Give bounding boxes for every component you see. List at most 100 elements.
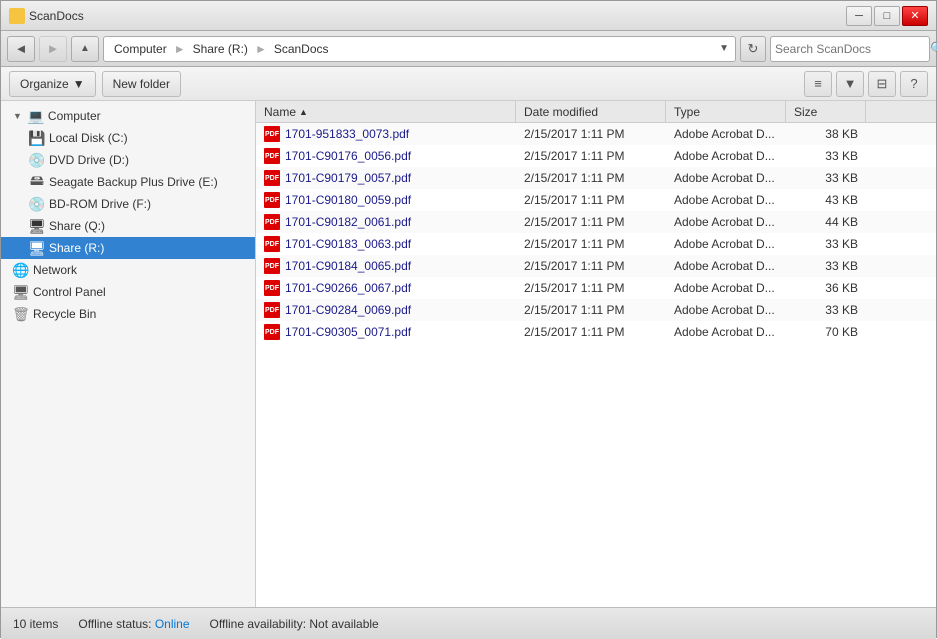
file-cell-name: PDF 1701-C90182_0061.pdf — [256, 211, 516, 233]
window-title: ScanDocs — [29, 9, 84, 23]
file-cell-size: 33 KB — [786, 299, 866, 321]
file-cell-date: 2/15/2017 1:11 PM — [516, 189, 666, 211]
title-bar-buttons: ─ □ ✕ — [846, 6, 928, 26]
file-cell-name: PDF 1701-C90176_0056.pdf — [256, 145, 516, 167]
file-row[interactable]: PDF 1701-C90180_0059.pdf 2/15/2017 1:11 … — [256, 189, 936, 211]
file-cell-name: PDF 1701-C90284_0069.pdf — [256, 299, 516, 321]
close-button[interactable]: ✕ — [902, 6, 928, 26]
file-list-area: Name ▲ Date modified Type Size PDF 1701-… — [256, 101, 936, 607]
file-name: 1701-C90179_0057.pdf — [285, 171, 411, 185]
minimize-button[interactable]: ─ — [846, 6, 872, 26]
offline-status-label: Offline status: — [78, 617, 154, 631]
file-row[interactable]: PDF 1701-C90305_0071.pdf 2/15/2017 1:11 … — [256, 321, 936, 343]
search-icon[interactable]: 🔍 — [930, 41, 937, 57]
file-cell-date: 2/15/2017 1:11 PM — [516, 277, 666, 299]
file-row[interactable]: PDF 1701-C90266_0067.pdf 2/15/2017 1:11 … — [256, 277, 936, 299]
file-name: 1701-C90180_0059.pdf — [285, 193, 411, 207]
pdf-icon: PDF — [264, 192, 280, 208]
addr-share-r[interactable]: Share (R:) — [189, 41, 252, 57]
title-bar: ScanDocs ─ □ ✕ — [1, 1, 936, 31]
sidebar-label-dvd-drive: DVD Drive (D:) — [49, 153, 129, 167]
file-name: 1701-C90176_0056.pdf — [285, 149, 411, 163]
file-cell-name: PDF 1701-C90266_0067.pdf — [256, 277, 516, 299]
addr-dropdown-button[interactable]: ▼ — [719, 43, 729, 54]
back-button[interactable]: ◄ — [7, 36, 35, 62]
file-cell-date: 2/15/2017 1:11 PM — [516, 123, 666, 145]
file-row[interactable]: PDF 1701-C90176_0056.pdf 2/15/2017 1:11 … — [256, 145, 936, 167]
file-cell-size: 70 KB — [786, 321, 866, 343]
file-row[interactable]: PDF 1701-C90179_0057.pdf 2/15/2017 1:11 … — [256, 167, 936, 189]
offline-avail-value: Not available — [309, 617, 378, 631]
view-button[interactable]: ≡ — [804, 71, 832, 97]
file-cell-date: 2/15/2017 1:11 PM — [516, 321, 666, 343]
file-row[interactable]: PDF 1701-C90183_0063.pdf 2/15/2017 1:11 … — [256, 233, 936, 255]
sidebar-label-share-r: Share (R:) — [49, 241, 104, 255]
sidebar-item-dvd-drive[interactable]: 💿 DVD Drive (D:) — [1, 149, 255, 171]
hdd-icon: 🖴 — [29, 174, 45, 190]
addr-scandocs[interactable]: ScanDocs — [270, 41, 333, 57]
expand-arrow: ▼ — [13, 111, 22, 121]
pane-button[interactable]: ⊟ — [868, 71, 896, 97]
pdf-icon: PDF — [264, 280, 280, 296]
file-cell-name: PDF 1701-C90179_0057.pdf — [256, 167, 516, 189]
addr-computer[interactable]: Computer — [110, 41, 171, 57]
col-name-label: Name — [264, 105, 296, 119]
file-name: 1701-951833_0073.pdf — [285, 127, 409, 141]
file-cell-name: PDF 1701-C90184_0065.pdf — [256, 255, 516, 277]
file-cell-type: Adobe Acrobat D... — [666, 321, 786, 343]
pdf-icon: PDF — [264, 170, 280, 186]
file-list-header: Name ▲ Date modified Type Size — [256, 101, 936, 123]
recycle-bin-icon: 🗑 — [13, 306, 29, 322]
sidebar-item-recycle-bin[interactable]: 🗑 Recycle Bin — [1, 303, 255, 325]
col-header-date[interactable]: Date modified — [516, 101, 666, 122]
file-cell-date: 2/15/2017 1:11 PM — [516, 167, 666, 189]
share-q-icon: 🖥 — [29, 218, 45, 234]
sidebar-item-share-r[interactable]: 🖥 Share (R:) — [1, 237, 255, 259]
file-cell-name: PDF 1701-951833_0073.pdf — [256, 123, 516, 145]
file-cell-size: 36 KB — [786, 277, 866, 299]
file-cell-date: 2/15/2017 1:11 PM — [516, 233, 666, 255]
new-folder-button[interactable]: New folder — [102, 71, 181, 97]
file-cell-size: 33 KB — [786, 145, 866, 167]
forward-button[interactable]: ► — [39, 36, 67, 62]
offline-avail: Offline availability: Not available — [210, 617, 379, 631]
dvd-icon: 💿 — [29, 152, 45, 168]
item-count: 10 items — [13, 617, 58, 631]
search-input[interactable] — [775, 42, 930, 56]
pdf-icon: PDF — [264, 236, 280, 252]
file-name: 1701-C90266_0067.pdf — [285, 281, 411, 295]
drive-c-icon: 💾 — [29, 130, 45, 146]
title-bar-left: ScanDocs — [9, 8, 84, 24]
sidebar-item-local-disk[interactable]: 💾 Local Disk (C:) — [1, 127, 255, 149]
file-row[interactable]: PDF 1701-C90182_0061.pdf 2/15/2017 1:11 … — [256, 211, 936, 233]
file-cell-type: Adobe Acrobat D... — [666, 145, 786, 167]
sidebar-item-bdrom[interactable]: 💿 BD-ROM Drive (F:) — [1, 193, 255, 215]
sidebar: ▼ 💻 Computer 💾 Local Disk (C:) 💿 DVD Dri… — [1, 101, 256, 607]
sidebar-label-bdrom: BD-ROM Drive (F:) — [49, 197, 151, 211]
view-arrow-button[interactable]: ▼ — [836, 71, 864, 97]
col-header-type[interactable]: Type — [666, 101, 786, 122]
sidebar-item-share-q[interactable]: 🖥 Share (Q:) — [1, 215, 255, 237]
file-row[interactable]: PDF 1701-C90184_0065.pdf 2/15/2017 1:11 … — [256, 255, 936, 277]
file-cell-type: Adobe Acrobat D... — [666, 233, 786, 255]
main-area: ▼ 💻 Computer 💾 Local Disk (C:) 💿 DVD Dri… — [1, 101, 936, 607]
col-header-size[interactable]: Size — [786, 101, 866, 122]
file-row[interactable]: PDF 1701-951833_0073.pdf 2/15/2017 1:11 … — [256, 123, 936, 145]
sidebar-label-local-disk: Local Disk (C:) — [49, 131, 128, 145]
file-name: 1701-C90182_0061.pdf — [285, 215, 411, 229]
up-button[interactable]: ▲ — [71, 36, 99, 62]
col-size-label: Size — [794, 105, 817, 119]
organize-button[interactable]: Organize ▼ — [9, 71, 96, 97]
sidebar-item-seagate[interactable]: 🖴 Seagate Backup Plus Drive (E:) — [1, 171, 255, 193]
col-header-name[interactable]: Name ▲ — [256, 101, 516, 122]
sidebar-item-computer[interactable]: ▼ 💻 Computer — [1, 105, 255, 127]
maximize-button[interactable]: □ — [874, 6, 900, 26]
sidebar-item-network[interactable]: 🌐 Network — [1, 259, 255, 281]
sidebar-item-control-panel[interactable]: 🖥 Control Panel — [1, 281, 255, 303]
file-row[interactable]: PDF 1701-C90284_0069.pdf 2/15/2017 1:11 … — [256, 299, 936, 321]
status-bar: 10 items Offline status: Online Offline … — [1, 607, 936, 639]
file-cell-type: Adobe Acrobat D... — [666, 189, 786, 211]
help-button[interactable]: ? — [900, 71, 928, 97]
file-cell-type: Adobe Acrobat D... — [666, 299, 786, 321]
refresh-button[interactable]: ↻ — [740, 36, 766, 62]
